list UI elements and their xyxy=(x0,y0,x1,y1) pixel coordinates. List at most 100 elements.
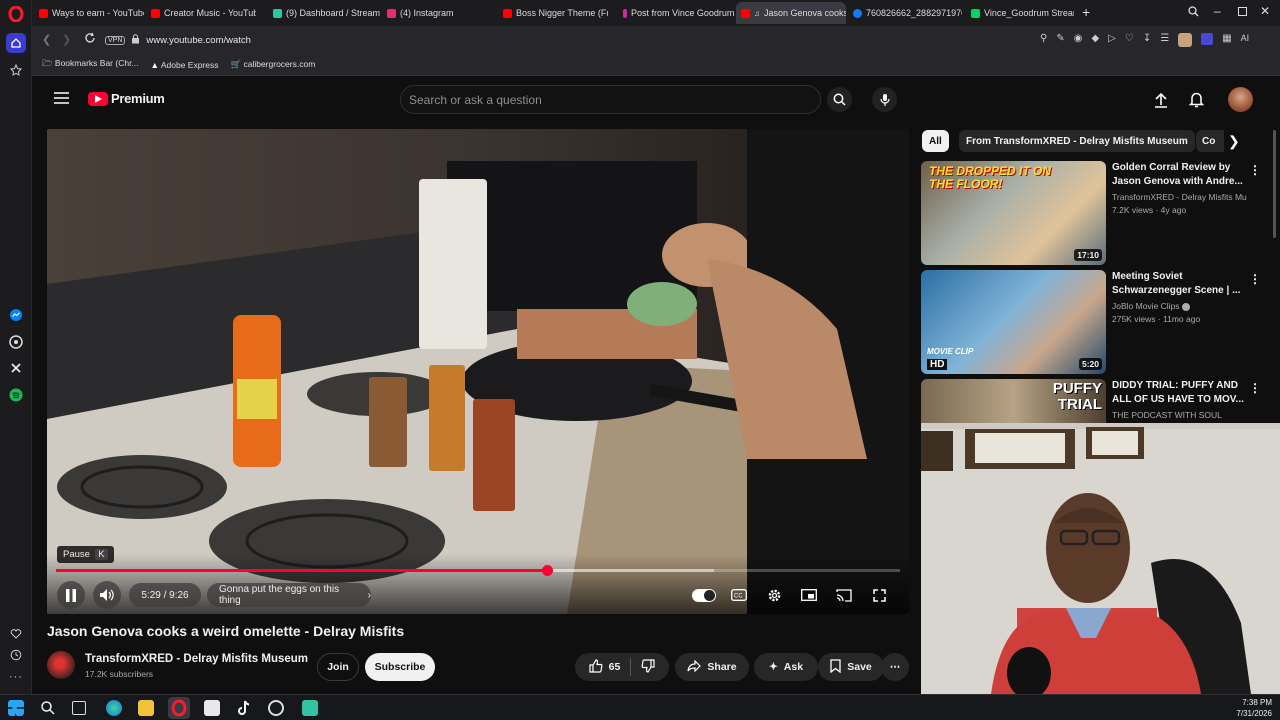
account-avatar[interactable] xyxy=(1228,87,1253,112)
bookmark-adobe[interactable]: ▲ Adobe Express xyxy=(151,60,219,70)
clock[interactable]: 7:38 PM 7/31/2026 xyxy=(1236,697,1272,719)
dislike-button[interactable] xyxy=(641,658,655,676)
opera-taskbar-button[interactable] xyxy=(168,697,190,719)
like-button[interactable]: 65 xyxy=(589,658,620,676)
tab-item[interactable]: Ways to earn - YouTube S xyxy=(34,2,144,24)
rec-channel[interactable]: THE PODCAST WITH SOUL xyxy=(1112,410,1247,420)
rec-title[interactable]: DIDDY TRIAL: PUFFY AND ALL OF US HAVE TO… xyxy=(1112,379,1247,407)
url-box[interactable]: VPN www.youtube.com/watch xyxy=(100,30,980,50)
share-button[interactable]: Share xyxy=(675,653,749,681)
edit-icon[interactable]: ✎ xyxy=(1056,33,1064,47)
rec-channel[interactable]: TransformXRED - Delray Misfits Mu... xyxy=(1112,192,1247,202)
reload-icon[interactable] xyxy=(84,32,96,47)
heart-icon[interactable]: ♡ xyxy=(1125,33,1134,47)
fullscreen-icon[interactable] xyxy=(865,581,893,609)
rec-title[interactable]: Meeting Soviet Schwarzenegger Scene | ..… xyxy=(1112,270,1247,298)
home-icon[interactable] xyxy=(6,33,26,53)
spotify-icon[interactable] xyxy=(6,385,26,405)
pause-button[interactable] xyxy=(57,581,85,609)
cast-icon[interactable] xyxy=(830,581,858,609)
tab-item[interactable]: (4) Instagram xyxy=(382,2,492,24)
channel-avatar[interactable] xyxy=(47,651,75,679)
volume-button[interactable] xyxy=(93,581,121,609)
rec-thumbnail[interactable]: THE DROPPED IT ON THE FLOOR! 17:10 xyxy=(921,161,1106,265)
forward-button[interactable]: ❯ xyxy=(62,33,71,46)
rec-kebab-icon[interactable]: ⋮ xyxy=(1249,272,1261,286)
start-icon[interactable] xyxy=(8,700,24,716)
history-icon[interactable] xyxy=(6,645,26,665)
miniplayer-icon[interactable] xyxy=(795,581,823,609)
video-player[interactable]: Pause K 5:29 / 9:26 Gonna put the eggs o… xyxy=(47,129,909,614)
messenger-icon[interactable] xyxy=(6,305,26,325)
star-icon[interactable] xyxy=(6,60,26,80)
vpn-badge[interactable]: VPN xyxy=(105,35,126,45)
subscribe-button[interactable]: Subscribe xyxy=(365,653,435,681)
search-input[interactable]: Search or ask a question xyxy=(400,85,821,114)
back-button[interactable]: ❮ xyxy=(42,33,51,46)
rec-thumbnail[interactable]: MOVIE CLIP HD 5:20 xyxy=(921,270,1106,374)
minimize-button[interactable]: – xyxy=(1214,4,1221,18)
close-window-button[interactable]: ✕ xyxy=(1260,4,1270,18)
task-view-icon[interactable] xyxy=(72,701,86,715)
rec-video[interactable]: PUFFY TRIAL DIDDY TRIAL: PUFFY AND ALL O… xyxy=(921,379,1271,423)
file-explorer-icon[interactable] xyxy=(138,700,154,716)
upload-icon[interactable] xyxy=(1154,92,1168,111)
rec-video[interactable]: MOVIE CLIP HD 5:20 Meeting Soviet Schwar… xyxy=(921,270,1271,374)
save-button[interactable]: Save xyxy=(818,653,884,681)
tab-item[interactable]: Vince_Goodrum Stream - xyxy=(966,2,1074,24)
whatsapp-icon[interactable] xyxy=(6,332,26,352)
autoplay-toggle[interactable] xyxy=(692,589,716,602)
rec-title[interactable]: Golden Corral Review by Jason Genova wit… xyxy=(1112,161,1247,189)
aria-ai-button[interactable]: AI xyxy=(1241,33,1250,47)
chip-more[interactable]: Co xyxy=(1196,130,1224,152)
bookmark-caliber[interactable]: 🛒 calibergrocers.com xyxy=(231,59,316,70)
youtube-logo[interactable]: Premium xyxy=(88,91,165,106)
voice-search-button[interactable] xyxy=(872,87,897,112)
tab-item[interactable]: Boss Nigger Theme (Full V xyxy=(498,2,608,24)
extensions-icon[interactable]: ▦ xyxy=(1222,33,1231,47)
opera-logo-icon[interactable] xyxy=(6,4,26,24)
rec-thumbnail[interactable]: PUFFY TRIAL xyxy=(921,379,1106,423)
search-button[interactable] xyxy=(827,87,852,112)
wallet-icon[interactable] xyxy=(1201,33,1214,45)
tab-item[interactable]: 760826662_28829719706 xyxy=(848,2,962,24)
captions-icon[interactable]: CC xyxy=(725,581,753,609)
search-icon[interactable]: ⚲ xyxy=(1040,33,1047,47)
shield-icon[interactable]: ◆ xyxy=(1091,33,1099,47)
progress-track[interactable] xyxy=(56,565,900,576)
bell-icon[interactable] xyxy=(1188,91,1205,111)
scrubber-handle[interactable] xyxy=(542,565,554,576)
tab-item[interactable]: (9) Dashboard / Streamlabs xyxy=(268,2,380,24)
x-twitter-icon[interactable] xyxy=(6,358,26,378)
rec-kebab-icon[interactable]: ⋮ xyxy=(1249,381,1261,395)
streamlabs-icon[interactable] xyxy=(302,700,318,716)
more-actions-icon[interactable]: ⋯ xyxy=(881,653,909,681)
rec-channel[interactable]: JoBlo Movie Clips xyxy=(1112,301,1247,311)
sidebar-scrollbar[interactable] xyxy=(1273,130,1276,238)
ask-button[interactable]: ✦ Ask xyxy=(754,653,818,681)
join-button[interactable]: Join xyxy=(317,653,359,681)
search-tabs-icon[interactable] xyxy=(1188,6,1199,20)
menu-icon[interactable]: ☰ xyxy=(1160,33,1169,47)
channel-name[interactable]: TransformXRED - Delray Misfits Museum xyxy=(85,653,308,665)
search-icon[interactable] xyxy=(40,700,56,716)
rec-video[interactable]: THE DROPPED IT ON THE FLOOR! 17:10 Golde… xyxy=(921,161,1271,265)
download-icon[interactable]: ↧ xyxy=(1143,33,1151,47)
tab-item[interactable]: Post from Vince Goodrum xyxy=(618,2,736,24)
chips-next-icon[interactable]: ❯ xyxy=(1228,133,1240,150)
heart-icon[interactable] xyxy=(6,624,26,644)
obs-icon[interactable] xyxy=(268,700,284,716)
more-icon[interactable]: ··· xyxy=(6,667,26,687)
tiktok-icon[interactable] xyxy=(236,700,252,716)
maximize-button[interactable] xyxy=(1238,7,1247,16)
tab-item-active[interactable]: ♫Jason Genova cooks a xyxy=(736,2,846,24)
chip-all[interactable]: All xyxy=(922,130,949,152)
chip-channel[interactable]: From TransformXRED - Delray Misfits Muse… xyxy=(959,130,1195,152)
tab-item[interactable]: Creator Music - YouTube S xyxy=(146,2,256,24)
camera-icon[interactable]: ◉ xyxy=(1074,33,1083,47)
rec-kebab-icon[interactable]: ⋮ xyxy=(1249,163,1261,177)
hamburger-menu-icon[interactable] xyxy=(54,92,69,107)
settings-gear-icon[interactable] xyxy=(760,581,788,609)
edge-icon[interactable] xyxy=(106,700,122,716)
store-icon[interactable] xyxy=(204,700,220,716)
